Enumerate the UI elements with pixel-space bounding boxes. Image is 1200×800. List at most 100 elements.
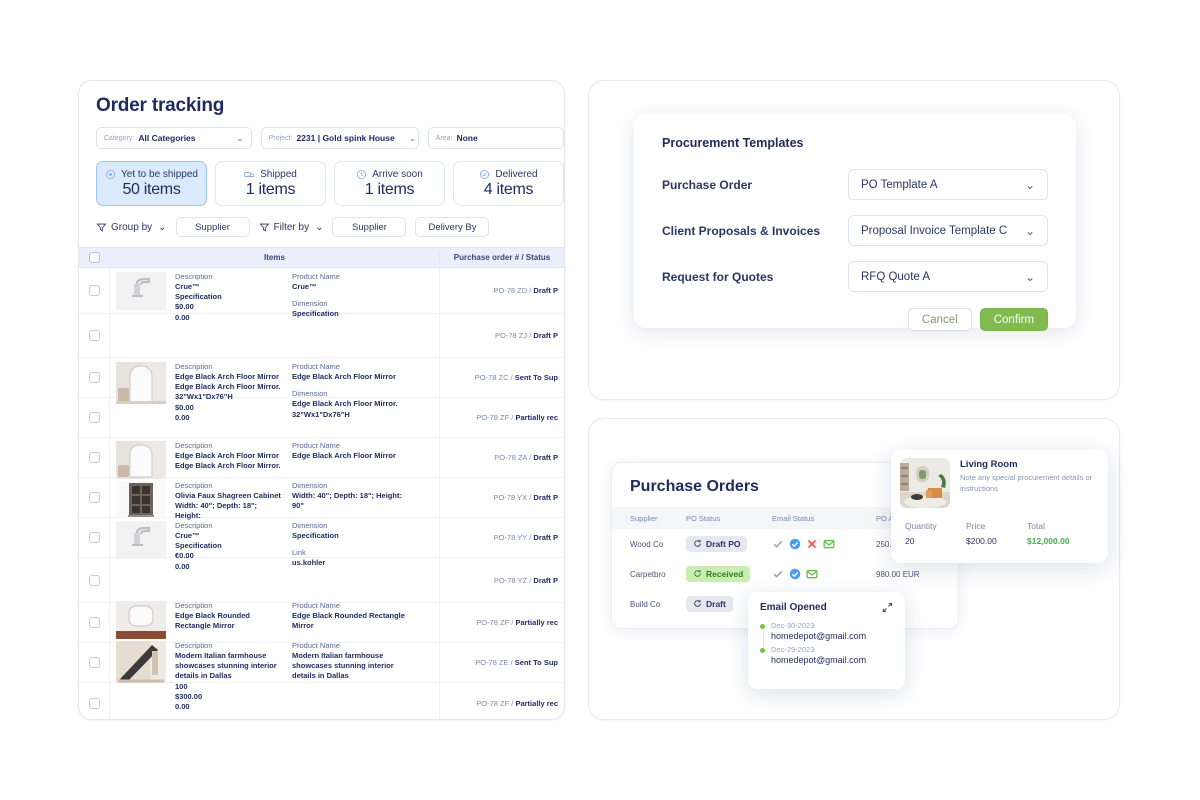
status-card-count: 4 items bbox=[483, 180, 534, 198]
row-items-cell bbox=[110, 438, 439, 477]
row-checkbox[interactable] bbox=[88, 330, 100, 341]
check-blue-icon[interactable] bbox=[789, 538, 801, 550]
table-row[interactable]: PO-78 ZD / Draft P bbox=[79, 268, 564, 314]
chevron-down-icon: ⌄ bbox=[1024, 177, 1035, 192]
row-checkbox-cell[interactable] bbox=[79, 438, 110, 477]
table-row[interactable]: PO-78 YX / Draft P bbox=[79, 478, 564, 518]
room-name: Living Room bbox=[960, 459, 1018, 470]
row-checkbox[interactable] bbox=[88, 412, 100, 423]
row-checkbox[interactable] bbox=[88, 574, 100, 586]
email-address: homedepot@gmail.com bbox=[771, 631, 867, 641]
row-checkbox-cell[interactable] bbox=[79, 398, 110, 437]
email-status-cell bbox=[772, 538, 876, 550]
row-checkbox[interactable] bbox=[88, 372, 100, 383]
row-checkbox[interactable] bbox=[88, 617, 100, 628]
table-row[interactable]: PO-78 ZF / Partially rec bbox=[79, 683, 564, 719]
row-checkbox-cell[interactable] bbox=[79, 603, 110, 642]
row-po-cell: PO-78 ZC / Sent To Sup bbox=[439, 358, 564, 397]
area-select[interactable]: Area: None bbox=[427, 127, 564, 149]
filter-icon bbox=[96, 223, 107, 232]
project-label: Project: bbox=[268, 134, 293, 142]
expand-icon[interactable] bbox=[882, 602, 893, 613]
table-row[interactable]: PO-78 ZF / Partially rec bbox=[79, 398, 564, 438]
status-card-delivered[interactable]: Delivered 4 items bbox=[453, 161, 564, 206]
po-status-cell: Draft PO bbox=[686, 535, 772, 553]
po-number: PO-78 ZD bbox=[493, 286, 528, 295]
filter-supplier-pill[interactable]: Supplier bbox=[332, 217, 407, 237]
row-checkbox[interactable] bbox=[88, 492, 100, 503]
row-items-cell bbox=[110, 558, 439, 602]
row-items-cell bbox=[110, 603, 439, 642]
category-value: All Categories bbox=[138, 133, 196, 143]
status-card-arrive-soon[interactable]: Arrive soon 1 items bbox=[334, 161, 445, 206]
purchase-order-row[interactable]: Carpetbro Received 980.00 EUR bbox=[612, 559, 958, 589]
row-checkbox[interactable] bbox=[88, 532, 100, 543]
po-status: Partially rec bbox=[515, 698, 558, 708]
check-grey-icon[interactable] bbox=[772, 538, 784, 550]
group-by-supplier-pill[interactable]: Supplier bbox=[175, 217, 250, 237]
table-body: PO-78 ZD / Draft P PO-78 ZJ / Draft P PO… bbox=[79, 268, 564, 719]
select-all-checkbox-cell[interactable] bbox=[79, 252, 110, 263]
rfq-template-select[interactable]: RFQ Quote A ⌄ bbox=[848, 261, 1048, 292]
row-po-cell: PO-78 ZJ / Draft P bbox=[439, 314, 564, 357]
row-items-cell bbox=[110, 268, 439, 313]
chevron-down-icon: ⌄ bbox=[408, 132, 417, 143]
po-status: Partially rec bbox=[515, 413, 558, 422]
column-header-purchase-order: Purchase order # / Status bbox=[439, 253, 564, 262]
status-badge: Draft PO bbox=[686, 535, 748, 552]
row-checkbox[interactable] bbox=[88, 697, 100, 709]
living-room-image bbox=[900, 458, 950, 508]
table-row[interactable]: PO-78 ZA / Draft P bbox=[79, 438, 564, 478]
row-checkbox[interactable] bbox=[88, 657, 100, 668]
x-red-icon[interactable] bbox=[806, 538, 818, 550]
email-date: Dec-29-2023 bbox=[771, 645, 815, 654]
row-checkbox[interactable] bbox=[88, 285, 100, 296]
category-select[interactable]: Category: All Categories ⌄ bbox=[96, 127, 252, 149]
refresh-icon bbox=[694, 539, 701, 547]
envelope-green-icon[interactable] bbox=[823, 538, 835, 550]
project-select[interactable]: Project: 2231 | Gold spink House ⌄ bbox=[260, 127, 419, 149]
row-checkbox-cell[interactable] bbox=[79, 683, 110, 719]
envelope-green-icon[interactable] bbox=[806, 568, 818, 580]
row-checkbox-cell[interactable] bbox=[79, 478, 110, 517]
table-row[interactable]: PO-78 YY / Draft P bbox=[79, 518, 564, 558]
row-checkbox[interactable] bbox=[88, 452, 100, 463]
row-checkbox-cell[interactable] bbox=[79, 268, 110, 313]
select-all-checkbox[interactable] bbox=[89, 252, 100, 263]
check-grey-icon[interactable] bbox=[772, 568, 784, 580]
table-row[interactable]: PO-78 YZ / Draft P bbox=[79, 558, 564, 603]
confirm-button[interactable]: Confirm bbox=[979, 308, 1048, 331]
row-checkbox-cell[interactable] bbox=[79, 643, 110, 682]
client-proposals-template-select[interactable]: Proposal Invoice Template C ⌄ bbox=[848, 215, 1048, 246]
row-checkbox-cell[interactable] bbox=[79, 518, 110, 557]
cancel-button[interactable]: Cancel bbox=[907, 308, 972, 331]
status-badge-label: Draft bbox=[706, 598, 726, 609]
list-item: Dec-29-2023 homedepot@gmail.com bbox=[760, 645, 893, 665]
row-items-cell bbox=[110, 314, 439, 357]
purchase-order-template-select[interactable]: PO Template A ⌄ bbox=[848, 169, 1048, 200]
table-row[interactable]: PO-78 ZC / Sent To Sup bbox=[79, 358, 564, 398]
status-card-yet-to-be-shipped[interactable]: Yet to be shipped 50 items bbox=[96, 161, 207, 206]
po-status-cell: Received bbox=[686, 565, 772, 583]
screenshot-canvas: Order tracking Category: All Categories … bbox=[0, 0, 1200, 800]
filter-delivery-by-pill[interactable]: Delivery By bbox=[415, 217, 490, 237]
table-row[interactable]: PO-78 ZJ / Draft P bbox=[79, 314, 564, 358]
row-checkbox-cell[interactable] bbox=[79, 558, 110, 602]
check-blue-icon[interactable] bbox=[789, 568, 801, 580]
po-status: Draft P bbox=[533, 533, 558, 542]
status-card-row: Yet to be shipped 50 items Shipped 1 ite… bbox=[79, 149, 564, 206]
table-row[interactable]: PO-78 ZE / Sent To Sup bbox=[79, 643, 564, 683]
status-badge: Received bbox=[686, 565, 751, 582]
po-amount: 980.00 EUR bbox=[876, 569, 920, 579]
refresh-icon bbox=[694, 569, 701, 577]
group-by-control[interactable]: Group by ⌄ bbox=[96, 222, 167, 233]
status-card-shipped[interactable]: Shipped 1 items bbox=[215, 161, 326, 206]
row-checkbox-cell[interactable] bbox=[79, 358, 110, 397]
row-checkbox-cell[interactable] bbox=[79, 314, 110, 357]
filter-by-control[interactable]: Filter by ⌄ bbox=[258, 221, 324, 233]
supplier-name: Build Co bbox=[630, 599, 661, 609]
chevron-down-icon: ⌄ bbox=[315, 221, 324, 233]
email-status-cell bbox=[772, 568, 876, 580]
table-row[interactable]: PO-78 ZF / Partially rec bbox=[79, 603, 564, 643]
rfq-template-value: RFQ Quote A bbox=[861, 270, 931, 283]
